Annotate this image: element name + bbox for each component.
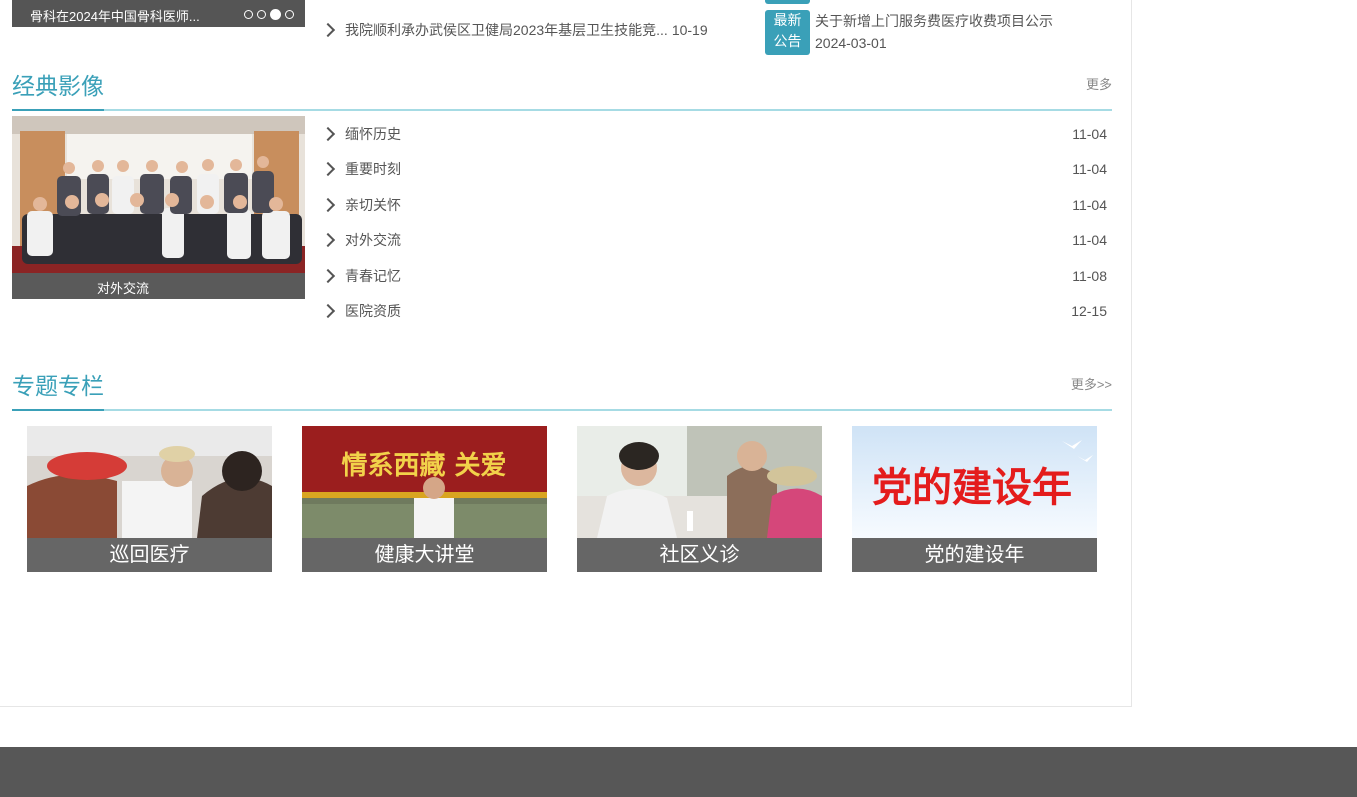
notice-badge-line2: 公告: [773, 33, 802, 49]
list-item[interactable]: 亲切关怀 11-04: [320, 187, 1107, 223]
special-column-header: 专题专栏 更多>>: [12, 369, 1112, 411]
page-footer: [0, 747, 1357, 797]
list-item-title[interactable]: 缅怀历史: [345, 124, 1072, 144]
list-item-date: 11-04: [1072, 232, 1107, 249]
list-item[interactable]: 缅怀历史 11-04: [320, 116, 1107, 152]
notice-title[interactable]: 关于新增上门服务费医疗收费项目公示: [815, 11, 1053, 31]
carousel-dot-1[interactable]: [244, 10, 253, 19]
news-carousel[interactable]: 骨科在2024年中国骨科医师...: [12, 0, 305, 27]
card-label[interactable]: 党的建设年: [852, 538, 1097, 572]
news-date: 10-19: [671, 22, 708, 38]
notice-badge: 最新 公告: [765, 10, 810, 55]
card-community-clinic[interactable]: 社区义诊: [577, 426, 822, 572]
group-photo-image: [12, 116, 305, 273]
community-clinic-image: [577, 426, 822, 538]
section-title: 经典影像: [12, 67, 104, 111]
more-link[interactable]: 更多>>: [1071, 374, 1112, 393]
card-label[interactable]: 社区义诊: [577, 538, 822, 572]
list-item-title[interactable]: 对外交流: [345, 230, 1072, 250]
list-item-date: 12-15: [1071, 303, 1107, 320]
party-building-image: 党的建设年: [852, 426, 1097, 538]
notice-date: 2024-03-01: [815, 35, 887, 51]
chevron-right-icon: [320, 268, 336, 283]
list-item-date: 11-04: [1072, 125, 1107, 142]
chevron-right-icon: [320, 304, 336, 319]
carousel-dots: [244, 9, 294, 20]
news-item[interactable]: 我院顺利承办武侯区卫健局2023年基层卫生技能竞... 10-19: [320, 20, 742, 40]
card-party-building[interactable]: 党的建设年 党的建设年: [852, 426, 1097, 572]
card-mobile-medical[interactable]: 巡回医疗: [27, 426, 272, 572]
mobile-medical-image: [27, 426, 272, 538]
main-content: 骨科在2024年中国骨科医师... 我院顺利承办武侯区卫健局2023年基层卫生技…: [0, 0, 1132, 707]
carousel-dot-4[interactable]: [285, 10, 294, 19]
chevron-right-icon: [320, 126, 336, 141]
list-item[interactable]: 青春记忆 11-08: [320, 258, 1107, 294]
chevron-right-icon: [320, 162, 336, 177]
party-title-text: 党的建设年: [872, 464, 1072, 511]
card-label[interactable]: 健康大讲堂: [302, 538, 547, 572]
list-item-title[interactable]: 青春记忆: [345, 266, 1072, 286]
card-label[interactable]: 巡回医疗: [27, 538, 272, 572]
classic-image-list: 缅怀历史 11-04 重要时刻 11-04 亲切关怀 11-04 对外交流 11…: [320, 116, 1107, 330]
photo-caption[interactable]: 对外交流: [97, 278, 149, 297]
news-title[interactable]: 我院顺利承办武侯区卫健局2023年基层卫生技能竞...: [345, 20, 668, 40]
classic-images-header: 经典影像 更多: [12, 69, 1112, 111]
chevron-right-icon: [320, 233, 336, 248]
notice-badge-line1: 最新: [773, 12, 802, 28]
previous-notice-badge: [765, 0, 810, 4]
more-link[interactable]: 更多: [1086, 74, 1112, 93]
list-item-title[interactable]: 亲切关怀: [345, 195, 1072, 215]
list-item-date: 11-04: [1072, 196, 1107, 213]
list-item[interactable]: 对外交流 11-04: [320, 223, 1107, 259]
classic-photo-carousel[interactable]: 对外交流: [12, 116, 305, 299]
list-item-title[interactable]: 医院资质: [345, 301, 1071, 321]
carousel-caption[interactable]: 骨科在2024年中国骨科医师...: [30, 6, 200, 25]
list-item[interactable]: 医院资质 12-15: [320, 294, 1107, 330]
chevron-right-icon: [320, 197, 336, 212]
list-item-title[interactable]: 重要时刻: [345, 159, 1072, 179]
photo-caption-bar: 对外交流: [12, 273, 305, 299]
carousel-dot-3[interactable]: [270, 9, 281, 20]
list-item[interactable]: 重要时刻 11-04: [320, 152, 1107, 188]
list-item-date: 11-04: [1072, 161, 1107, 178]
card-health-lecture[interactable]: 情系西藏 关爱 健康大讲堂: [302, 426, 547, 572]
carousel-dot-2[interactable]: [257, 10, 266, 19]
health-lecture-image: 情系西藏 关爱: [302, 426, 547, 538]
chevron-right-icon: [320, 22, 336, 38]
banner-text: 情系西藏 关爱: [341, 451, 506, 481]
section-title: 专题专栏: [12, 367, 104, 411]
list-item-date: 11-08: [1072, 267, 1107, 284]
